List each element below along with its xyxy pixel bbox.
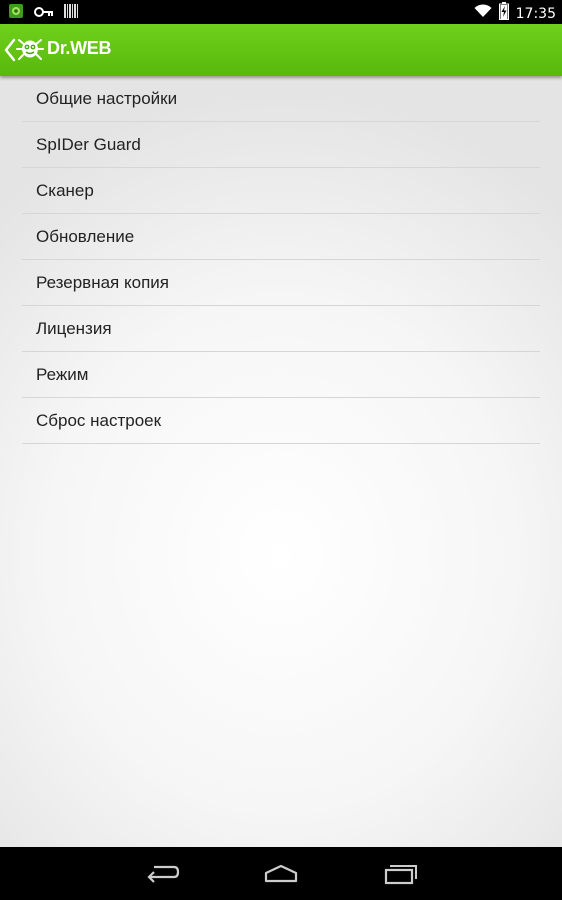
battery-charging-icon	[498, 2, 509, 25]
settings-item-general[interactable]: Общие настройки	[22, 76, 540, 122]
settings-item-backup[interactable]: Резервная копия	[22, 260, 540, 306]
barcode-icon	[64, 4, 78, 23]
status-bar-system: 17:35	[474, 2, 556, 25]
settings-item-label: Сканер	[36, 181, 94, 200]
status-bar-notifications	[8, 3, 78, 24]
app-title: Dr.WEB	[47, 38, 112, 58]
drweb-spider-logo	[15, 34, 45, 64]
settings-item-label: Резервная копия	[36, 273, 169, 292]
settings-item-label: SpIDer Guard	[36, 135, 141, 154]
settings-item-mode[interactable]: Режим	[22, 352, 540, 398]
action-bar: Dr.WEB	[0, 24, 562, 76]
settings-content: Общие настройки SpIDer Guard Сканер Обно…	[0, 76, 562, 847]
back-icon[interactable]	[144, 861, 180, 885]
app-notification-icon	[8, 3, 24, 24]
settings-item-update[interactable]: Обновление	[22, 214, 540, 260]
settings-item-reset[interactable]: Сброс настроек	[22, 398, 540, 444]
navigation-bar	[0, 847, 562, 900]
settings-item-label: Лицензия	[36, 319, 112, 338]
home-icon[interactable]	[263, 861, 299, 885]
status-bar-time: 17:35	[515, 5, 556, 22]
settings-item-scanner[interactable]: Сканер	[22, 168, 540, 214]
settings-menu: Общие настройки SpIDer Guard Сканер Обно…	[0, 76, 562, 444]
settings-item-spider-guard[interactable]: SpIDer Guard	[22, 122, 540, 168]
settings-item-label: Режим	[36, 365, 89, 384]
settings-item-label: Общие настройки	[36, 89, 178, 108]
key-icon	[34, 5, 54, 23]
wifi-icon	[474, 4, 492, 23]
recent-apps-icon[interactable]	[382, 861, 418, 885]
settings-item-label: Сброс настроек	[36, 411, 162, 430]
settings-item-license[interactable]: Лицензия	[22, 306, 540, 352]
settings-item-label: Обновление	[36, 227, 135, 246]
status-bar: 17:35	[0, 0, 562, 24]
